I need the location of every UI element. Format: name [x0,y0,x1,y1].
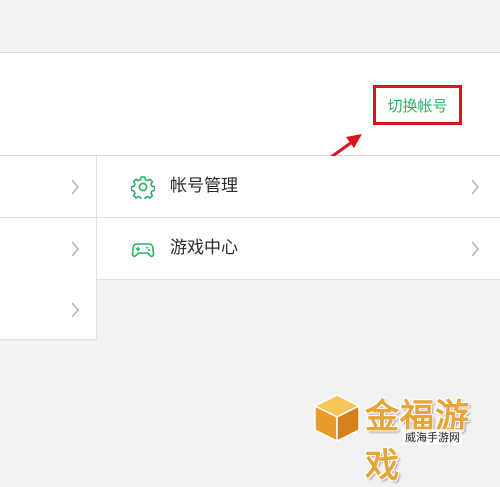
left-menu-cell-1[interactable] [0,156,97,217]
chevron-right-icon [71,179,79,195]
menu-item-label: 游戏中心 [170,238,238,258]
gear-icon [131,176,155,199]
menu-item-game-center[interactable]: 游戏中心 [97,218,500,279]
chevron-right-icon [71,241,79,257]
switch-account-button[interactable]: 切换帐号 [373,85,462,125]
watermark: 金福游戏 威海手游网 [305,387,500,486]
left-menu-cell-3[interactable] [0,279,97,340]
menu-row-1: 帐号管理 [0,156,500,218]
chevron-right-icon [471,179,479,195]
chevron-right-icon [71,302,79,318]
chevron-right-icon [471,241,479,257]
top-bar [0,0,500,53]
menu-row-2: 游戏中心 [0,218,500,280]
watermark-subtitle: 威海手游网 [403,429,462,445]
box-logo-icon [313,394,361,443]
menu-item-account-management[interactable]: 帐号管理 [97,156,500,217]
left-menu-cell-2[interactable] [0,218,97,279]
gamepad-icon [131,243,155,258]
menu-item-label: 帐号管理 [170,176,238,196]
